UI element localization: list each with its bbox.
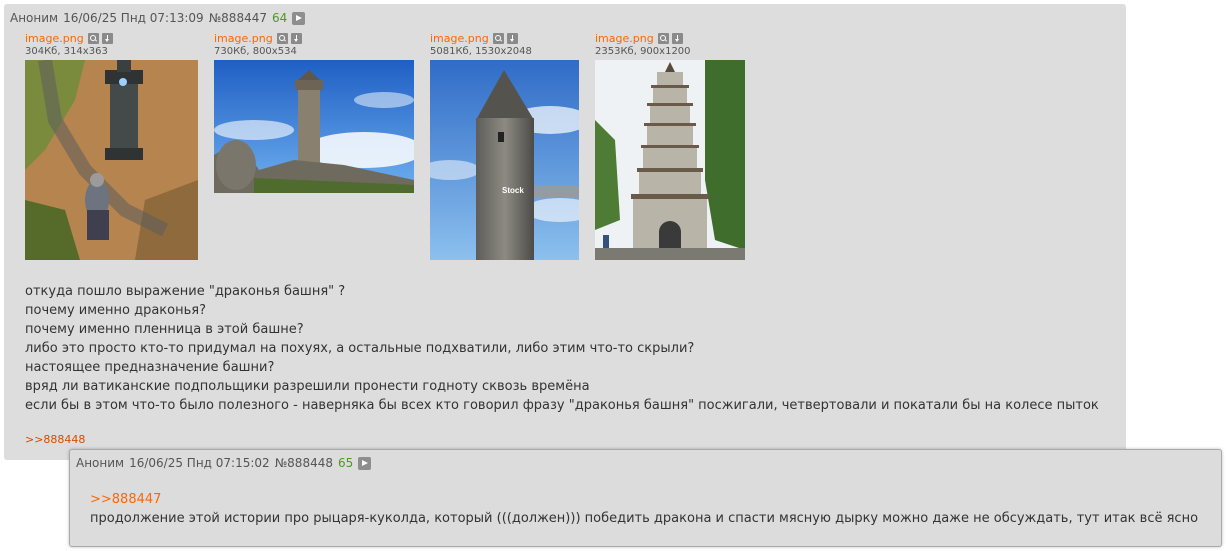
post-count: 65 xyxy=(337,456,354,470)
message-line: настоящее предназначение башни? xyxy=(25,360,275,375)
post-datetime: 16/06/25 Пнд 07:13:09 xyxy=(63,11,204,25)
post-header: Аноним 16/06/25 Пнд 07:15:02 №888448 65 xyxy=(76,456,376,470)
post-number-link[interactable]: №888447 xyxy=(209,11,267,25)
post-header: Аноним 16/06/25 Пнд 07:13:09 №888447 64 xyxy=(10,11,310,25)
message-line: вряд ли ватиканские подпольщики разрешил… xyxy=(25,379,590,394)
thumbnail-round-tower[interactable]: Stock xyxy=(430,60,579,260)
attachment-name-link[interactable]: image.png xyxy=(25,32,84,45)
attachment-name-link[interactable]: image.png xyxy=(595,32,654,45)
post-message: откуда пошло выражение "драконья башня" … xyxy=(25,282,1099,415)
attachment-meta: 730Кб, 800x534 xyxy=(214,46,297,57)
attachment-name-link[interactable]: image.png xyxy=(430,32,489,45)
message-line: продолжение этой истории про рыцаря-куко… xyxy=(90,511,1199,526)
thumbnail-pagoda[interactable] xyxy=(595,60,745,260)
attachment-meta: 5081Кб, 1530x2048 xyxy=(430,46,532,57)
attachment-name-link[interactable]: image.png xyxy=(214,32,273,45)
message-line: почему именно пленница в этой башне? xyxy=(25,322,304,337)
attachment-3: image.png 5081Кб, 1530x2048 Stock xyxy=(430,31,579,260)
post-888447: Аноним 16/06/25 Пнд 07:13:09 №888447 64 … xyxy=(4,4,1126,460)
post-author: Аноним xyxy=(76,456,125,470)
message-line: если бы в этом что-то было полезного - н… xyxy=(25,398,1099,413)
post-datetime: 16/06/25 Пнд 07:15:02 xyxy=(129,456,270,470)
message-line: почему именно драконья? xyxy=(25,303,206,318)
message-line: либо это просто кто-то придумал на похуя… xyxy=(25,341,695,356)
attachment-2: image.png 730Кб, 800x534 xyxy=(214,31,414,193)
download-icon[interactable] xyxy=(671,32,683,44)
post-message: >>888447 продолжение этой истории про ры… xyxy=(90,490,1198,528)
post-author: Аноним xyxy=(10,11,59,25)
thumbnail-game-tower[interactable] xyxy=(25,60,198,260)
attachment-4: image.png 2353Кб, 900x1200 xyxy=(595,31,745,260)
search-icon[interactable] xyxy=(657,32,669,44)
thumbnail-stone-tower-sky[interactable] xyxy=(214,60,414,193)
search-icon[interactable] xyxy=(87,32,99,44)
play-icon[interactable] xyxy=(358,456,372,470)
download-icon[interactable] xyxy=(101,32,113,44)
play-icon[interactable] xyxy=(292,11,306,25)
post-count: 64 xyxy=(271,11,288,25)
post-number-link[interactable]: №888448 xyxy=(275,456,333,470)
stock-watermark: Stock xyxy=(502,186,524,195)
search-icon[interactable] xyxy=(276,32,288,44)
attachment-1: image.png 304Кб, 314x363 xyxy=(25,31,198,260)
download-icon[interactable] xyxy=(506,32,518,44)
attachment-meta: 304Кб, 314x363 xyxy=(25,46,108,57)
attachment-meta: 2353Кб, 900x1200 xyxy=(595,46,691,57)
download-icon[interactable] xyxy=(290,32,302,44)
quote-link[interactable]: >>888447 xyxy=(90,490,1198,509)
reply-link[interactable]: >>888448 xyxy=(25,433,85,446)
search-icon[interactable] xyxy=(492,32,504,44)
post-888448-preview: Аноним 16/06/25 Пнд 07:15:02 №888448 65 … xyxy=(69,449,1222,547)
message-line: откуда пошло выражение "драконья башня" … xyxy=(25,284,346,299)
